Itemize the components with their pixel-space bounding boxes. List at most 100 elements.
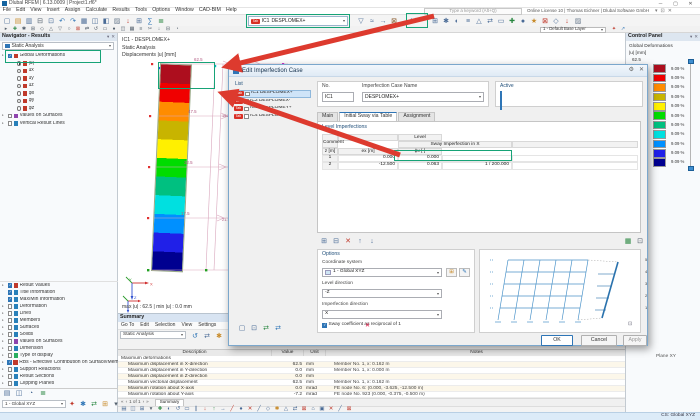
tree-item[interactable]: ▸Surfaces (0, 324, 118, 331)
redo-icon[interactable]: ↷ (68, 16, 78, 26)
minimize-panel-icon[interactable]: ▾ (655, 9, 658, 14)
select-icon[interactable]: ▸ (2, 27, 10, 33)
imperfection-case-item[interactable]: TabIC4 DESPLOMEY- (233, 113, 311, 121)
result-component-option[interactable]: |u| (0, 60, 118, 68)
clear-results-icon[interactable]: ⊠ (389, 16, 399, 26)
sum-star-icon[interactable]: ✱ (214, 331, 224, 341)
result-component-option[interactable]: φz (0, 105, 118, 113)
swap2-icon[interactable]: ⇄ (83, 27, 91, 33)
copy-case-icon[interactable]: ⊡ (249, 323, 259, 333)
expand-icon[interactable]: ▸ (2, 114, 6, 118)
tree-item[interactable]: ▸Global Deformations (0, 52, 118, 60)
search-input[interactable]: Type a keyword (Alt+Q) (424, 8, 522, 15)
del2-icon[interactable]: ⊠ (74, 27, 82, 33)
table-icon[interactable]: ▦ (79, 16, 89, 26)
table2-icon[interactable]: ▦ (128, 27, 136, 33)
imperfection-case-item[interactable]: TabIC2 DESPLOMEX- (233, 98, 311, 106)
coordinate-system-select[interactable]: 1 - Global XYZ ▾ (322, 268, 442, 277)
clear-rows-icon[interactable]: ✕ (343, 236, 353, 246)
summary-menu-go-to[interactable]: Go To (118, 323, 137, 328)
tab-results-icon[interactable]: ≣ (38, 389, 48, 399)
imperfection-case-item[interactable]: TabIC3 DESPLOMEY+ (233, 105, 311, 113)
open-model-icon[interactable]: ▤ (13, 16, 23, 26)
cs-new-icon[interactable]: ✦ (67, 399, 77, 409)
cs-grid-icon[interactable]: ⊞ (100, 399, 110, 409)
result-component-option[interactable]: φy (0, 97, 118, 105)
tree-item[interactable]: ▸Solids (0, 331, 118, 338)
imperfection-case-combo[interactable]: Tab IC1 DESPLOMEX+ ▾ (248, 16, 348, 26)
menu-view[interactable]: View (28, 8, 44, 13)
cs-edit-icon[interactable]: ✱ (78, 399, 88, 409)
expand-icon[interactable]: ▸ (2, 333, 6, 337)
new-model-icon[interactable]: ▢ (2, 16, 12, 26)
layer-edit-icon[interactable]: ↗ (619, 27, 627, 33)
level-imperfection-row[interactable]: 2-12.5000.0631 / 200.000 (322, 162, 638, 170)
dot-icon[interactable]: ● (110, 27, 118, 33)
next-page-icon[interactable]: › (143, 400, 145, 405)
snap-icon[interactable]: ✱ (441, 16, 451, 26)
menu-options[interactable]: Options (150, 8, 173, 13)
case-name-combo[interactable]: DESPLOMEX+ ▾ (362, 92, 484, 102)
tab-display-icon[interactable]: ◫ (14, 389, 24, 399)
checkbox[interactable] (8, 114, 13, 119)
tree-item[interactable]: ▸RBs - Effective Contribution on Surface… (0, 359, 118, 366)
chevron-down-icon[interactable]: ▾ (437, 313, 439, 317)
result-component-option[interactable]: uz (0, 82, 118, 90)
minimize-button[interactable]: ─ (653, 0, 668, 8)
hatch-icon[interactable]: ▨ (573, 16, 583, 26)
expand-icon[interactable]: ▸ (2, 347, 6, 351)
close-panel-icon[interactable]: ✕ (668, 9, 672, 14)
level-value[interactable]: 0.000 (338, 155, 398, 163)
view-icon[interactable]: ◧ (101, 16, 111, 26)
dimension-icon[interactable]: ◇ (551, 16, 561, 26)
save-icon[interactable]: ▥ (24, 16, 34, 26)
last-page-icon[interactable]: » (146, 400, 149, 405)
expand-icon[interactable]: ▸ (2, 305, 6, 309)
checkbox[interactable] (8, 325, 13, 330)
result-component-option[interactable]: φx (0, 90, 118, 98)
phi-value[interactable] (442, 155, 512, 163)
import-case-icon[interactable]: ⇄ (261, 323, 271, 333)
tree-item[interactable]: ▸Clipping Planes (0, 380, 118, 387)
panel-icon[interactable]: ▭ (496, 16, 506, 26)
checkbox[interactable] (8, 381, 13, 386)
radio-button[interactable] (17, 61, 22, 66)
down-icon[interactable]: ↓ (155, 27, 163, 33)
insert-row-icon[interactable]: ⊞ (319, 236, 329, 246)
level-value[interactable]: -12.500 (338, 162, 398, 170)
radio-button[interactable] (17, 99, 22, 104)
delete-icon[interactable]: ⊠ (540, 16, 550, 26)
menu-edit[interactable]: Edit (14, 8, 28, 13)
delete-case-icon[interactable]: ✕ (365, 323, 370, 329)
phi-value[interactable]: 1 / 200.000 (442, 162, 512, 170)
lines-icon[interactable]: ≡ (137, 27, 145, 33)
menu-insert[interactable]: Insert (44, 8, 62, 13)
tab-views-icon[interactable]: ◔ (26, 389, 36, 399)
tree-item[interactable]: ▸Values on Surfaces (0, 112, 118, 120)
chevron-down-icon[interactable]: ▾ (109, 44, 111, 48)
undo-icon[interactable]: ↶ (57, 16, 67, 26)
case-checkbox[interactable] (244, 114, 249, 119)
maximize-button[interactable]: ▢ (668, 0, 683, 8)
float-panel-icon[interactable]: ⊡ (661, 9, 665, 14)
chevron-down-icon[interactable]: ▾ (479, 95, 481, 99)
ex-value[interactable]: 0.063 (398, 162, 442, 170)
ok-button[interactable]: OK (541, 335, 573, 346)
checkbox[interactable] (8, 332, 13, 337)
rhomb-icon[interactable]: ◇ (38, 27, 46, 33)
tree-item[interactable]: ▸Result Sections (0, 373, 118, 380)
checkbox[interactable] (8, 367, 13, 372)
tab-data-icon[interactable]: ▤ (2, 389, 12, 399)
checkbox[interactable] (7, 360, 12, 365)
case-checkbox[interactable] (244, 107, 249, 112)
checkbox[interactable] (8, 297, 13, 302)
chevron-down-icon[interactable]: ▾ (343, 19, 345, 23)
first-page-icon[interactable]: « (121, 400, 124, 405)
grid-icon[interactable]: ⊞ (430, 16, 440, 26)
expand-icon[interactable]: ▸ (2, 326, 6, 330)
load-icon[interactable]: ↓ (123, 16, 133, 26)
tab-initial-sway-via-table[interactable]: Initial Sway via Table (339, 112, 397, 121)
add-node-icon[interactable]: ✚ (11, 27, 19, 33)
color-scale-icon[interactable]: ▦ (623, 236, 633, 246)
expand-icon[interactable]: ▸ (2, 368, 6, 372)
